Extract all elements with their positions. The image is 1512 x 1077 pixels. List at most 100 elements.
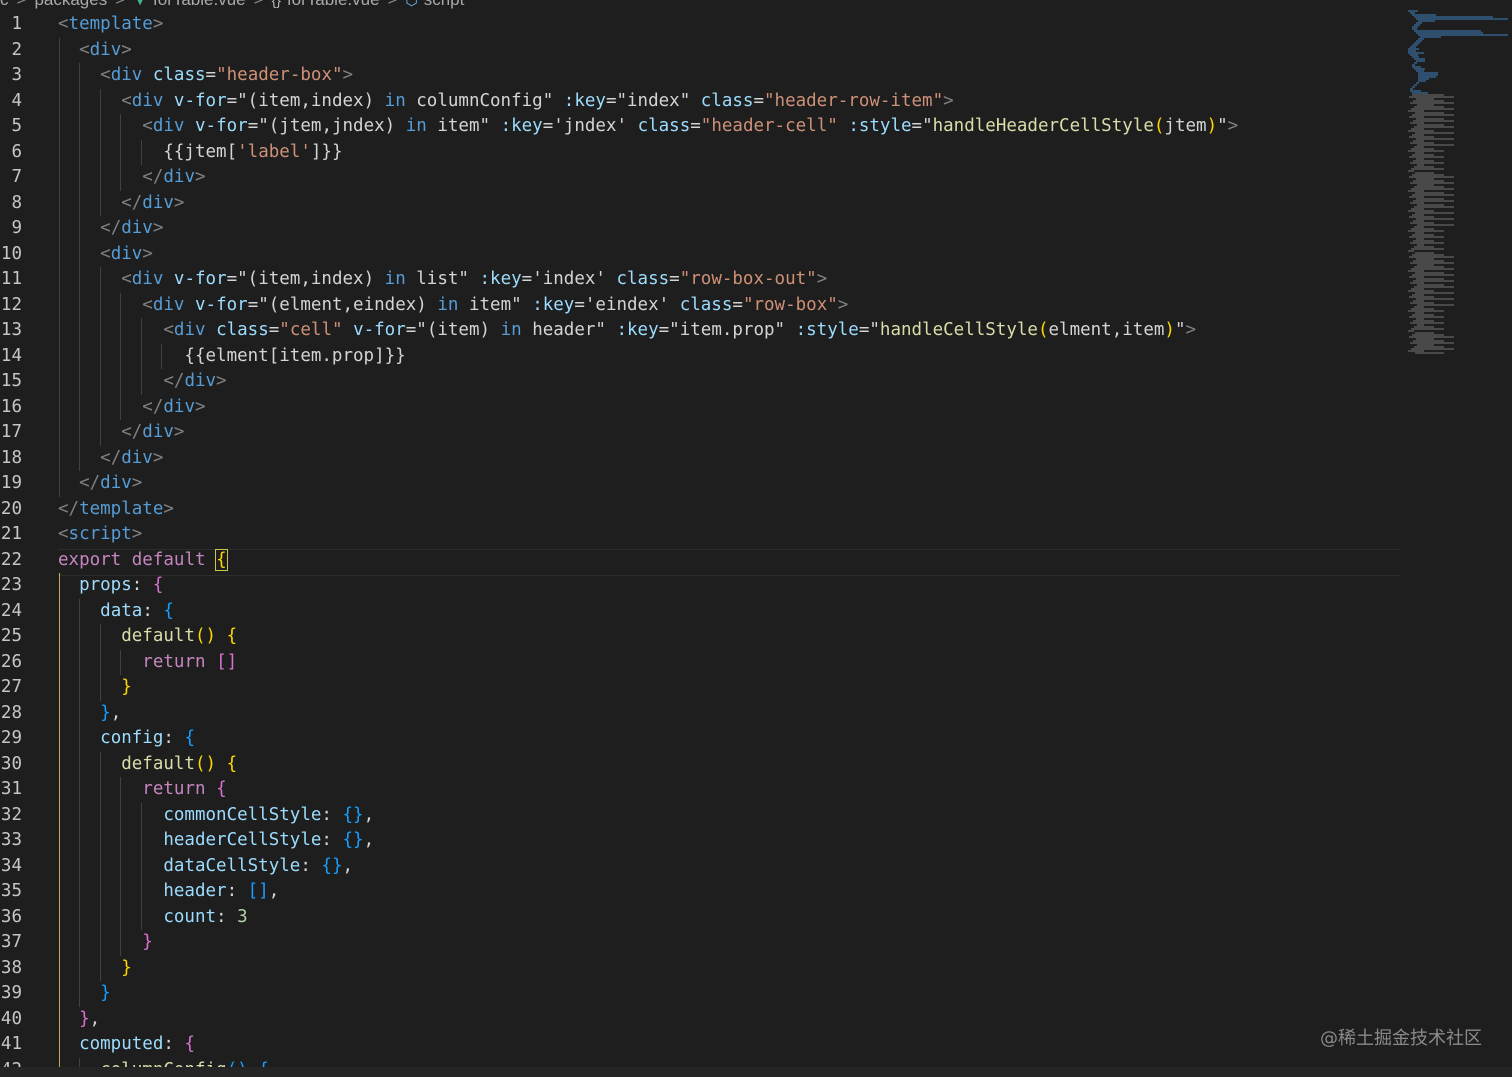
code-token: div [163,167,195,187]
code-line[interactable]: 18 </div> [0,445,1400,471]
code-line[interactable]: 31 return { [0,777,1400,803]
code-line[interactable]: 38 } [0,955,1400,981]
code-token: = [690,116,701,136]
code-token: { [184,728,195,748]
code-line[interactable]: 39 } [0,981,1400,1007]
code-line[interactable]: 25 default() { [0,624,1400,650]
code-token: div [142,422,174,442]
code-token: } [142,932,153,952]
code-token: ="item.prop" [658,320,796,340]
minimap-line [1415,352,1444,354]
line-number: 27 [0,677,22,697]
code-token: ='eindex' [574,294,680,315]
minimap-line [1408,170,1414,172]
code-token: data [100,600,143,621]
code-line[interactable]: 2 <div> [0,37,1400,63]
code-token: { [226,626,238,646]
code-line[interactable]: 37 } [0,930,1400,956]
code-token: columnConfig [100,1060,226,1068]
code-line[interactable]: 8 </div> [0,190,1400,216]
code-line[interactable]: 10 <div> [0,241,1400,267]
code-token: </ [142,396,164,417]
code-line[interactable]: 20 </template> [0,497,1400,523]
line-number: 31 [0,779,22,799]
code-line[interactable]: 6 {{jtem['label']}} [0,139,1400,166]
code-text: data: { [58,599,174,625]
code-token: [] [216,651,238,672]
code-line[interactable]: 27 } [0,675,1400,701]
code-token: "row-box-out" [679,269,817,289]
code-line[interactable]: 3 <div class="header-box"> [0,63,1400,89]
code-token: < [163,320,174,340]
code-text: {{jtem['label']}} [58,140,342,166]
code-line[interactable]: 4 <div v-for="(item,index) in columnConf… [0,88,1400,114]
code-line[interactable]: 11 <div v-for="(item,index) in list" :ke… [0,267,1400,293]
code-line[interactable]: 36 count: 3 [0,904,1400,930]
code-token: > [163,498,174,519]
code-token: ="index" [605,90,701,111]
code-line[interactable]: 40 }, [0,1006,1400,1032]
code-line[interactable]: 16 </div> [0,394,1400,420]
line-number: 21 [0,524,22,544]
code-line[interactable]: 32 commonCellStyle: {}, [0,802,1400,828]
code-token: "header-row-item" [764,90,944,111]
code-line[interactable]: 15 </div> [0,369,1400,395]
breadcrumb: c > packages > ▼ forTable.vue > {} forTable.vue >… [0,0,1400,11]
code-line[interactable]: 22 export default { [0,548,1400,574]
code-token: } [100,983,111,1003]
minimap-line [1416,60,1425,62]
code-line[interactable]: 29 config: { [0,726,1400,752]
code-token: { [152,575,164,595]
code-line[interactable]: 24 data: { [0,598,1400,625]
code-editor[interactable]: 1 <template> 2 <div> 3 <div class="header-b… [0,12,1400,1067]
breadcrumb-label: forTable.vue [153,0,246,10]
code-line[interactable]: 7 </div> [0,165,1400,191]
code-line[interactable]: 26 return [] [0,649,1400,675]
breadcrumb-item[interactable]: {} forTable.vue [272,0,380,10]
code-text: return { [58,777,226,803]
code-line[interactable]: 19 </div> [0,471,1400,497]
code-line[interactable]: 14 {{elment[item.prop]}} [0,343,1400,370]
code-token: {} [342,804,364,825]
code-line[interactable]: 9 </div> [0,216,1400,242]
code-text: {{elment[item.prop]}} [58,344,405,370]
code-token: class [216,320,269,340]
code-line[interactable]: 23 props: { [0,573,1400,599]
code-token: } [100,702,111,723]
code-line[interactable]: 34 dataCellStyle: {}, [0,853,1400,879]
code-line[interactable]: 42 columnConfig() { [0,1057,1400,1068]
code-line[interactable]: 35 header: [], [0,879,1400,905]
code-line[interactable]: 21 <script> [0,522,1400,548]
breadcrumb-leading[interactable]: c [0,0,9,10]
code-line[interactable]: 17 </div> [0,420,1400,446]
code-line[interactable]: 30 default() { [0,751,1400,777]
breadcrumb-item[interactable]: packages [34,0,107,10]
code-line[interactable]: 12 <div v-for="(elment,eindex) in item" … [0,292,1400,318]
breadcrumb-separator: > [254,0,264,10]
code-token: ='jndex' [542,116,638,136]
code-token: : [226,881,248,901]
code-line[interactable]: 5 <div v-for="(jtem,jndex) in item" :key… [0,114,1400,140]
code-token: in [500,320,522,340]
code-line[interactable]: 41 computed: { [0,1032,1400,1058]
code-token: ) [1164,320,1175,340]
breadcrumb-item[interactable]: ⬡ script [406,0,465,10]
code-token: div [131,90,164,111]
code-line[interactable]: 33 headerCellStyle: {}, [0,828,1400,854]
minimap[interactable] [1400,10,1512,354]
code-line[interactable]: 13 <div class="cell" v-for="(item) in he… [0,318,1400,344]
code-line[interactable]: 1 <template> [0,12,1400,38]
code-token: 'label' [237,141,311,162]
code-token: div [152,116,185,136]
code-line[interactable]: 28 }, [0,700,1400,726]
breadcrumb-item[interactable]: ▼ forTable.vue [133,0,245,10]
